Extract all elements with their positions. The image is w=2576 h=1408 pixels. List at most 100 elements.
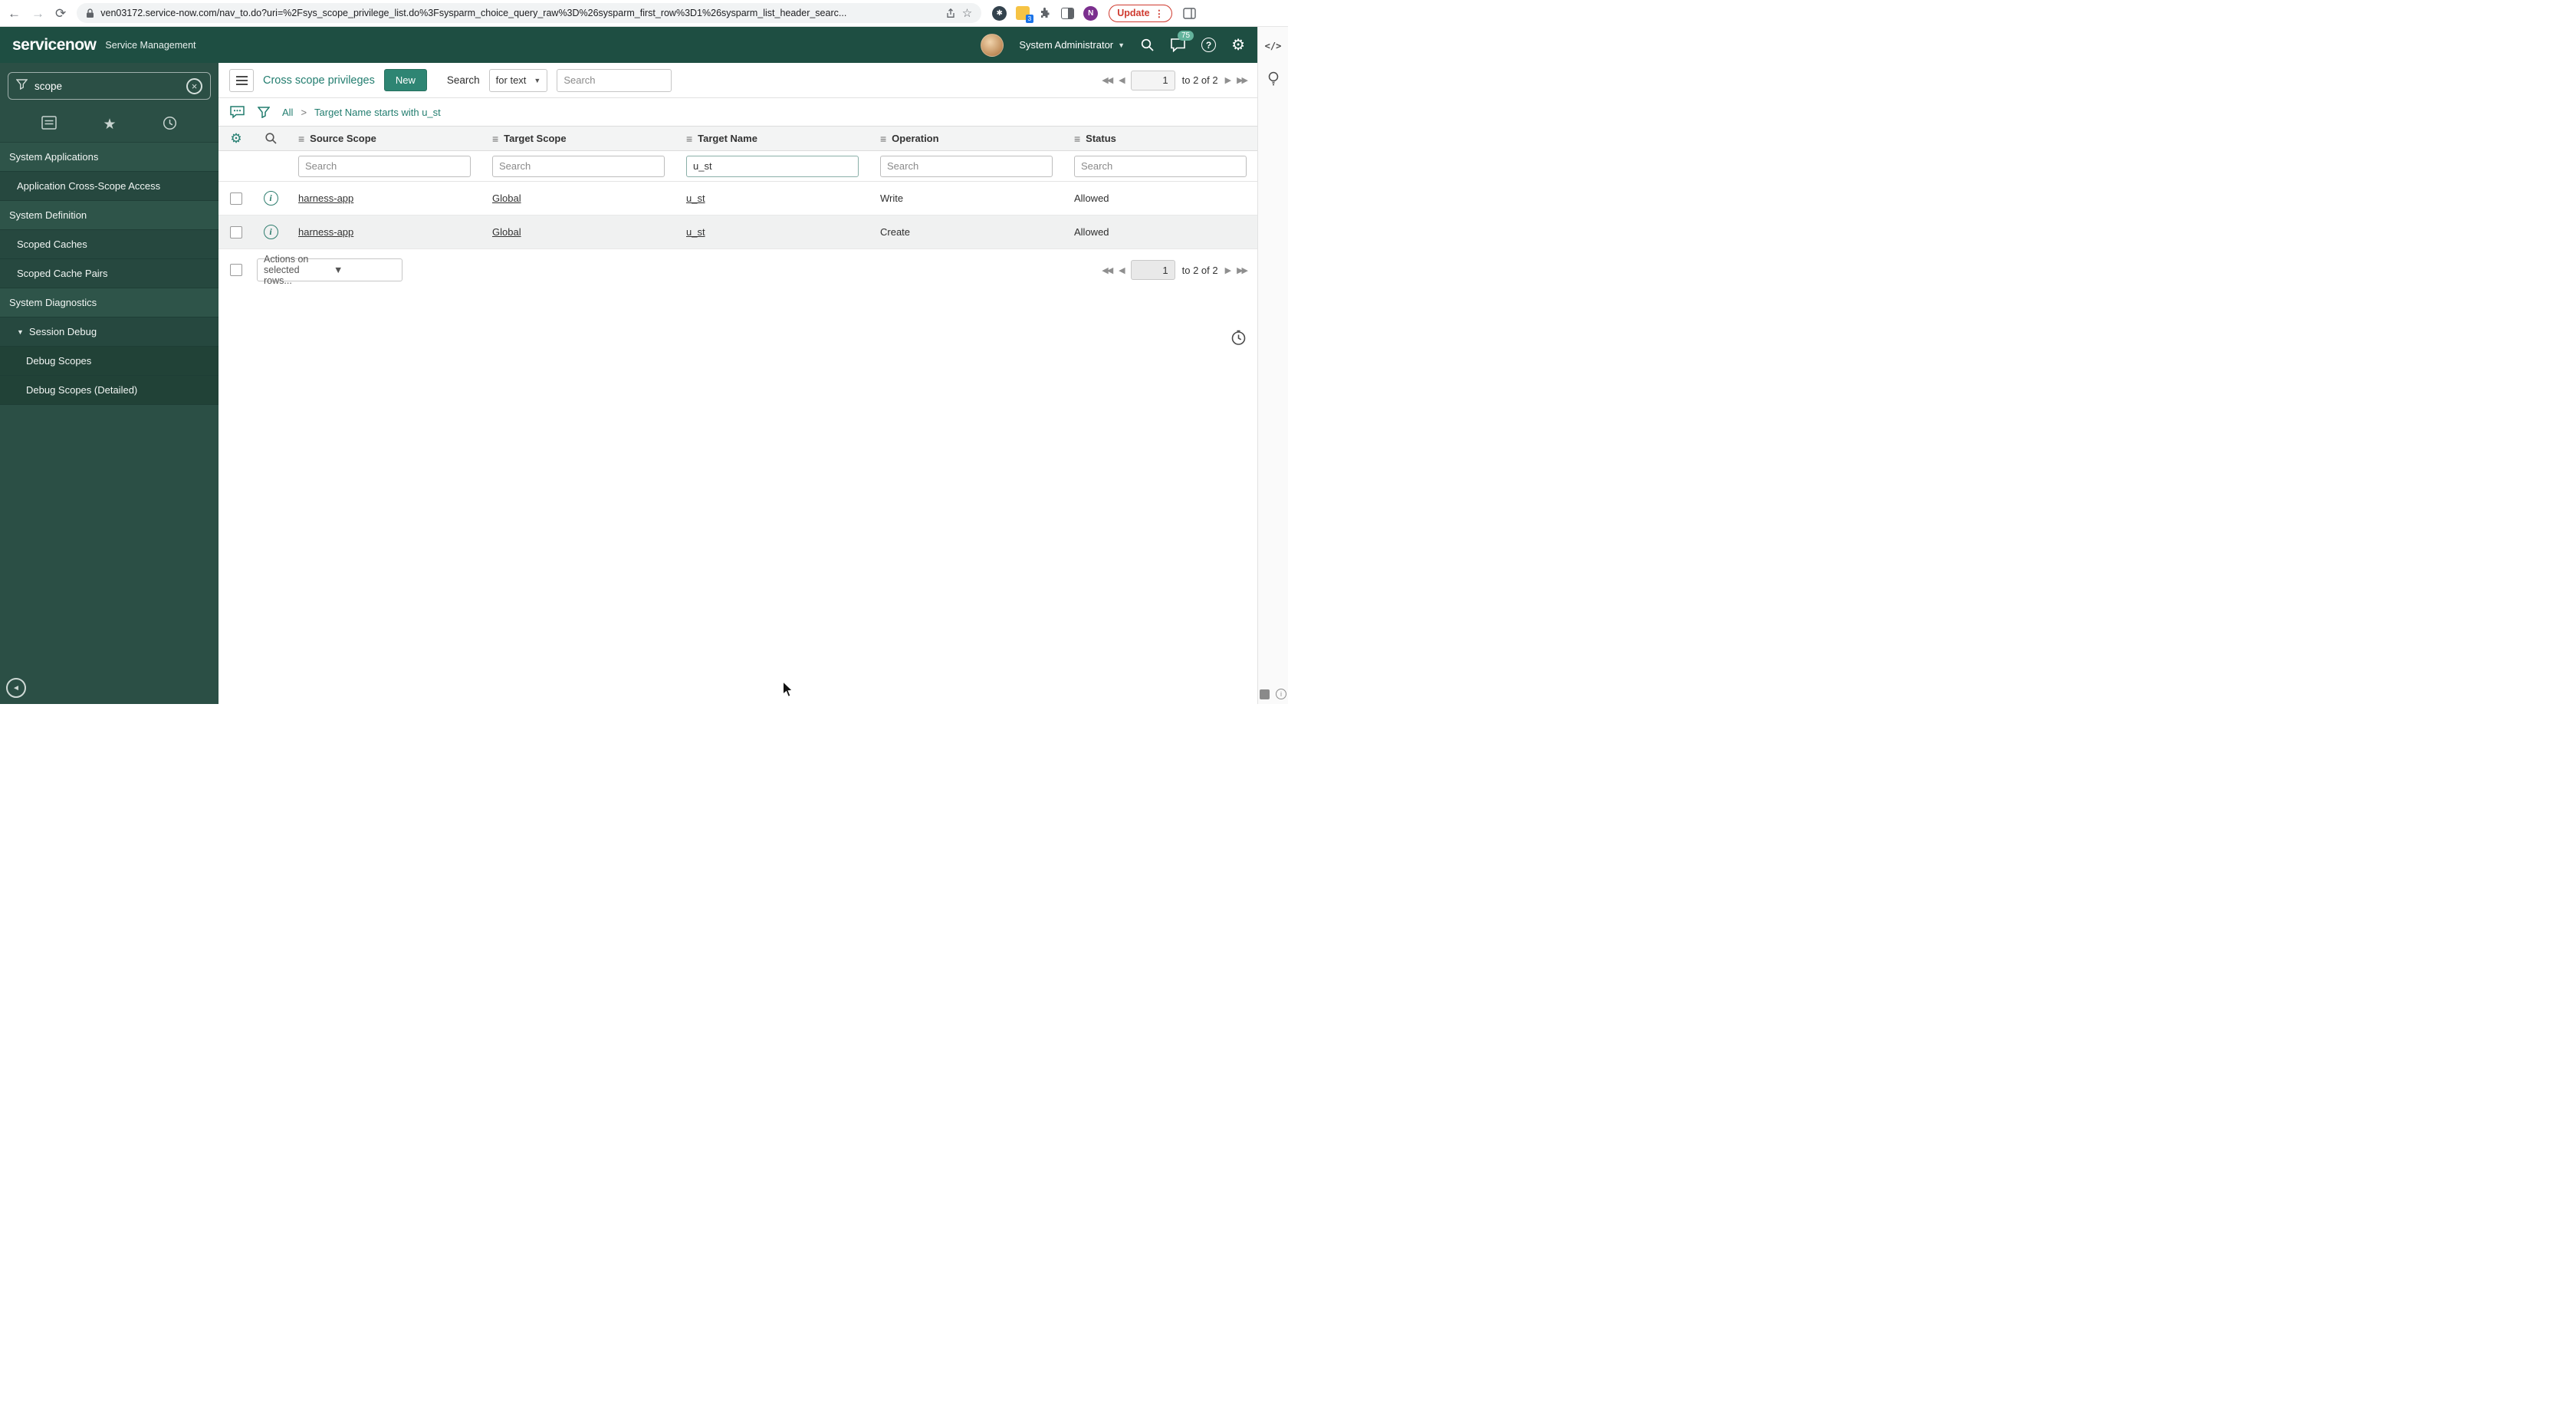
next-page-icon[interactable]: ▶	[1225, 75, 1232, 85]
previous-page-icon[interactable]: ◀	[1119, 265, 1125, 275]
cell-target-name-link[interactable]: u_st	[686, 226, 705, 238]
bookmark-star-icon[interactable]: ☆	[962, 6, 972, 20]
sidebar-item-application-cross-scope-access[interactable]: Application Cross-Scope Access	[0, 172, 219, 201]
browser-profile-avatar[interactable]: N	[1083, 5, 1099, 21]
sidebar-item-system-definition[interactable]: System Definition	[0, 201, 219, 230]
response-time-clock-icon[interactable]	[1230, 330, 1247, 350]
servicenow-header: servicenow Service Management System Adm…	[0, 27, 1257, 63]
column-menu-icon[interactable]: ≡	[1074, 133, 1080, 145]
cell-source-scope-link[interactable]: harness-app	[298, 226, 353, 238]
extension-split-screen-icon[interactable]	[1061, 7, 1075, 19]
extension-adblock-icon[interactable]: ✱	[992, 5, 1007, 21]
browser-toolbar: ← → ⟳ ven03172.service-now.com/nav_to.do…	[0, 0, 1288, 27]
column-menu-icon[interactable]: ≡	[880, 133, 886, 145]
row-checkbox[interactable]	[230, 225, 242, 239]
search-source-scope-input[interactable]	[298, 155, 471, 177]
tab-all-applications[interactable]	[41, 116, 57, 133]
search-target-name-input[interactable]	[686, 155, 859, 177]
bottom-pagination: ◀◀ ◀ to 2 of 2 ▶ ▶▶	[1102, 260, 1248, 280]
page-number-input[interactable]	[1130, 70, 1175, 90]
cell-source-scope-link[interactable]: harness-app	[298, 192, 353, 204]
sidebar-item-system-diagnostics[interactable]: System Diagnostics	[0, 288, 219, 317]
search-target-scope-input[interactable]	[492, 155, 665, 177]
sidebar-item-system-applications[interactable]: System Applications	[0, 143, 219, 172]
sidebar-item-scoped-caches[interactable]: Scoped Caches	[0, 230, 219, 259]
tab-favorites-star-icon[interactable]: ★	[103, 117, 116, 132]
select-all-checkbox[interactable]	[230, 264, 242, 276]
address-bar[interactable]: ven03172.service-now.com/nav_to.do?uri=%…	[77, 3, 982, 23]
first-page-icon[interactable]: ◀◀	[1102, 265, 1113, 275]
last-page-icon[interactable]: ▶▶	[1237, 265, 1248, 275]
conversations-icon[interactable]: 75	[1170, 31, 1194, 52]
column-header-target-name[interactable]: ≡ Target Name	[675, 133, 869, 145]
breadcrumb-filter-link[interactable]: Target Name starts with u_st	[314, 107, 441, 118]
list-title-link[interactable]: Cross scope privileges	[263, 74, 375, 87]
list-activity-icon[interactable]	[229, 105, 245, 119]
navigator-filter: ×	[8, 72, 211, 100]
column-search-toggle-icon[interactable]	[254, 132, 288, 145]
personalize-list-gear-icon[interactable]: ⚙	[219, 132, 254, 145]
new-record-button[interactable]: New	[383, 69, 427, 91]
user-avatar[interactable]	[981, 33, 1004, 57]
column-header-status[interactable]: ≡ Status	[1063, 133, 1257, 145]
page-number-input[interactable]	[1130, 260, 1175, 280]
global-search-icon[interactable]	[1140, 38, 1155, 52]
record-preview-icon[interactable]: i	[263, 225, 278, 239]
application-navigator: × ★ System Applications Application Cros…	[0, 63, 219, 704]
sidebar-item-debug-scopes-detailed[interactable]: Debug Scopes (Detailed)	[0, 376, 219, 405]
last-page-icon[interactable]: ▶▶	[1237, 75, 1248, 85]
filter-icon[interactable]	[258, 106, 270, 118]
breadcrumb-separator: >	[301, 106, 307, 118]
extension-notes-icon[interactable]: 3	[1016, 6, 1034, 23]
list-context-menu-button[interactable]	[229, 68, 254, 92]
browser-reload-button[interactable]: ⟳	[55, 7, 66, 20]
cell-target-scope-link[interactable]: Global	[492, 226, 521, 238]
help-icon[interactable]: ?	[1201, 38, 1217, 52]
search-operation-input[interactable]	[880, 155, 1053, 177]
column-header-source-scope[interactable]: ≡ Source Scope	[288, 133, 481, 145]
sidebar-collapse-button[interactable]: ◄	[6, 678, 26, 698]
info-icon[interactable]: i	[1276, 689, 1286, 699]
sidebar-item-session-debug[interactable]: ▼ Session Debug	[0, 317, 219, 347]
navigator-tabs: ★	[0, 107, 219, 143]
idea-bulb-icon[interactable]	[1267, 71, 1280, 90]
next-page-icon[interactable]: ▶	[1225, 265, 1232, 275]
filter-clear-icon[interactable]: ×	[186, 77, 202, 94]
first-page-icon[interactable]: ◀◀	[1102, 75, 1113, 85]
side-panel-icon[interactable]	[1183, 7, 1196, 19]
tab-history-clock-icon[interactable]	[163, 116, 177, 134]
search-status-input[interactable]	[1074, 155, 1247, 177]
cell-target-name-link[interactable]: u_st	[686, 192, 705, 204]
column-header-target-scope[interactable]: ≡ Target Scope	[481, 133, 675, 145]
cell-target-scope-link[interactable]: Global	[492, 192, 521, 204]
browser-menu-kebab-icon[interactable]: ⋮	[1155, 8, 1165, 19]
filter-funnel-icon	[15, 78, 28, 94]
extensions-puzzle-icon[interactable]	[1039, 7, 1052, 20]
top-pagination: ◀◀ ◀ to 2 of 2 ▶ ▶▶	[1102, 70, 1248, 90]
record-preview-icon[interactable]: i	[263, 191, 278, 206]
browser-forward-button[interactable]: →	[31, 7, 44, 20]
search-type-select[interactable]: for text ▼	[488, 68, 548, 92]
column-menu-icon[interactable]: ≡	[492, 133, 498, 145]
share-icon[interactable]	[945, 8, 956, 18]
sidebar-item-debug-scopes[interactable]: Debug Scopes	[0, 347, 219, 376]
list-search-input[interactable]	[557, 68, 672, 92]
settings-gear-icon[interactable]: ⚙	[1231, 38, 1245, 53]
url-text: ven03172.service-now.com/nav_to.do?uri=%…	[100, 8, 847, 18]
column-menu-icon[interactable]: ≡	[686, 133, 692, 145]
row-checkbox[interactable]	[230, 192, 242, 205]
user-menu[interactable]: System Administrator ▼	[1019, 39, 1125, 51]
sidebar-item-scoped-cache-pairs[interactable]: Scoped Cache Pairs	[0, 259, 219, 288]
browser-update-button[interactable]: Update ⋮	[1109, 4, 1173, 22]
breadcrumb-all-link[interactable]: All	[282, 107, 293, 118]
actions-on-selected-rows-select[interactable]: Actions on selected rows... ▼	[257, 254, 402, 286]
tree-expand-caret-icon: ▼	[17, 327, 24, 336]
footer-toggle-icon[interactable]	[1260, 689, 1270, 699]
column-menu-icon[interactable]: ≡	[298, 133, 304, 145]
navigator-filter-input[interactable]	[34, 80, 179, 92]
code-console-icon[interactable]: </>	[1265, 41, 1282, 51]
previous-page-icon[interactable]: ◀	[1119, 75, 1125, 85]
browser-back-button[interactable]: ←	[8, 7, 21, 20]
column-header-operation[interactable]: ≡ Operation	[869, 133, 1063, 145]
ssl-lock-icon	[86, 8, 94, 18]
